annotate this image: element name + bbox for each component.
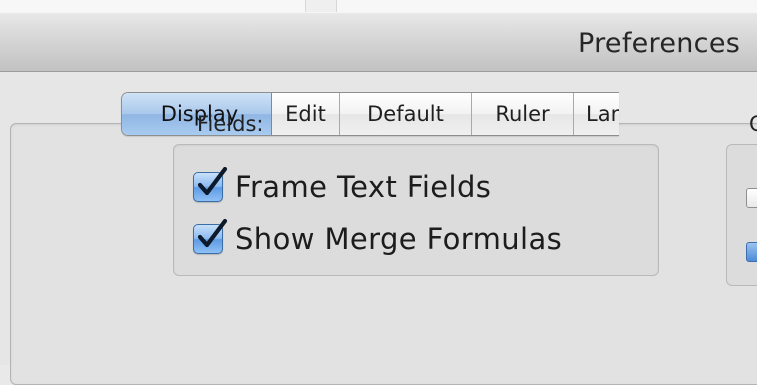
window-titlebar[interactable]: Preferences	[0, 12, 757, 72]
checkmark-icon	[197, 219, 228, 248]
tab-language[interactable]: Lang	[574, 93, 619, 135]
frame-text-fields-option[interactable]: Frame Text Fields	[193, 167, 491, 207]
frame-text-fields-label: Frame Text Fields	[235, 170, 492, 204]
other-checkbox-1[interactable]	[746, 188, 757, 208]
window-title: Preferences	[578, 28, 741, 59]
tab-ruler[interactable]: Ruler	[472, 93, 574, 135]
show-merge-formulas-option[interactable]: Show Merge Formulas	[193, 219, 562, 259]
show-merge-formulas-checkbox[interactable]	[193, 219, 228, 254]
tab-edit[interactable]: Edit	[272, 93, 340, 135]
other-checkbox-2[interactable]	[746, 242, 757, 262]
checkmark-icon	[197, 167, 228, 196]
desktop-background	[0, 0, 757, 12]
other-group-label: C	[749, 112, 757, 136]
background-window-edge	[305, 0, 337, 12]
frame-text-fields-checkbox[interactable]	[193, 167, 228, 202]
other-group-box	[726, 144, 757, 286]
tab-bar: Display Edit Default Ruler Lang	[121, 92, 619, 136]
tab-default[interactable]: Default	[340, 93, 472, 135]
fields-group-label: Fields:	[197, 112, 264, 136]
show-merge-formulas-label: Show Merge Formulas	[235, 222, 563, 256]
